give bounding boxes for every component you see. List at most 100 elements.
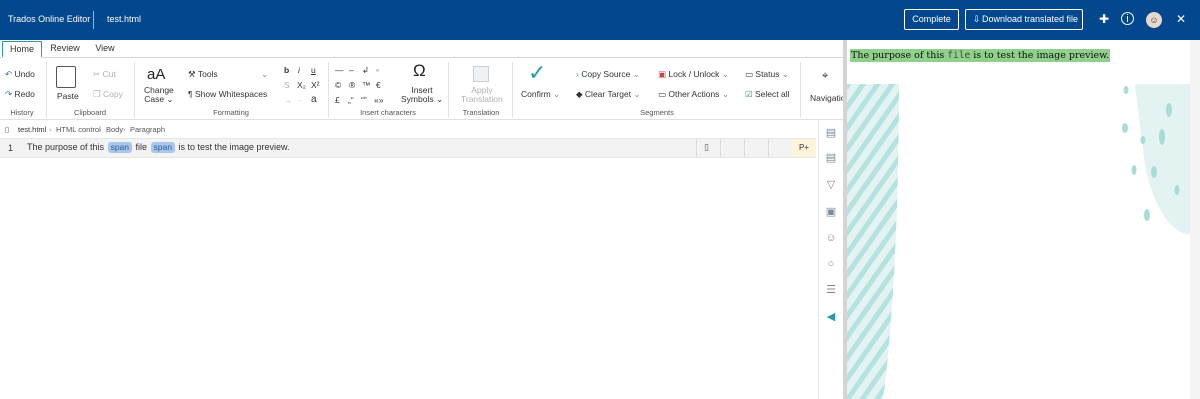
copy-button[interactable]: ❐ Copy bbox=[93, 89, 123, 100]
document-icon: ▯ bbox=[704, 142, 709, 152]
file-list-icon[interactable]: ▤ bbox=[823, 150, 839, 166]
guillemet-button[interactable]: «» bbox=[374, 95, 383, 105]
status-label: Status bbox=[755, 69, 780, 79]
copy-icon: ❐ bbox=[93, 89, 101, 99]
lock-unlock-button[interactable]: ▣ Lock / Unlock ⌄ bbox=[658, 69, 729, 80]
tab-view[interactable]: View bbox=[88, 41, 122, 58]
confirm-button[interactable]: Confirm ⌄ bbox=[521, 89, 560, 100]
chevron-right-icon: › bbox=[576, 69, 579, 79]
bold-button[interactable]: b bbox=[284, 65, 289, 75]
status-icon: ▭ bbox=[745, 69, 754, 79]
header-divider bbox=[93, 11, 94, 29]
apply-translation-icon bbox=[473, 66, 489, 82]
app-header: Trados Online Editor test.html Complete … bbox=[0, 0, 1200, 40]
complete-button[interactable]: Complete bbox=[904, 9, 959, 30]
status-button[interactable]: ▭ Status ⌄ bbox=[745, 69, 789, 80]
puzzle-icon[interactable]: ✚ bbox=[1095, 10, 1113, 28]
document-icon[interactable]: ▤ bbox=[823, 125, 839, 141]
tree-icon[interactable]: ☰ bbox=[823, 282, 839, 298]
select-all-button[interactable]: ☑ Select all bbox=[745, 89, 790, 100]
superscript-button[interactable]: X² bbox=[311, 80, 320, 90]
preview-text: The purpose of this file is to test the … bbox=[850, 49, 1111, 62]
p-plus-badge[interactable]: P+ bbox=[792, 139, 816, 157]
underline-button[interactable]: u bbox=[311, 65, 316, 75]
font-a-icon[interactable]: a bbox=[311, 94, 317, 105]
clear-target-label: Clear Target bbox=[584, 89, 632, 99]
confirm-label: Confirm bbox=[521, 89, 551, 99]
tab-review[interactable]: Review bbox=[46, 41, 84, 58]
filter-icon[interactable]: ▽ bbox=[823, 177, 839, 193]
download-translated-file-button[interactable]: ⇩ Download translated file bbox=[965, 9, 1083, 30]
search-icon[interactable]: ○ bbox=[823, 256, 839, 272]
show-whitespaces-label: Show Whitespaces bbox=[194, 89, 268, 99]
user-icon[interactable]: ☺ bbox=[823, 230, 839, 246]
download-icon: ⇩ bbox=[973, 14, 981, 24]
show-whitespaces-button[interactable]: ¶ Show Whitespaces bbox=[188, 89, 267, 99]
change-case-icon: aA bbox=[147, 66, 166, 83]
undo-button[interactable]: ↶ Undo bbox=[5, 69, 35, 80]
other-actions-button[interactable]: ▭ Other Actions ⌄ bbox=[658, 89, 729, 100]
line-break-button[interactable]: ↲ bbox=[362, 65, 369, 76]
pound-button[interactable]: £ bbox=[335, 95, 340, 105]
apply-translation-button[interactable]: Apply Translation bbox=[461, 86, 503, 104]
preview-code: file bbox=[947, 50, 971, 61]
group-divider bbox=[134, 62, 135, 118]
close-icon[interactable]: ✕ bbox=[1172, 10, 1190, 28]
clear-target-button[interactable]: ◆ Clear Target ⌄ bbox=[576, 89, 641, 100]
cut-label: Cut bbox=[102, 69, 116, 79]
tag-span[interactable]: span bbox=[150, 142, 175, 153]
low-quote-button[interactable]: „“ bbox=[348, 95, 354, 105]
apply-translation-label-2: Translation bbox=[461, 94, 503, 104]
registered-button[interactable]: ® bbox=[349, 80, 355, 90]
italic-button[interactable]: i bbox=[298, 65, 300, 75]
preview-icon[interactable]: ◀ bbox=[823, 309, 839, 325]
tools-label: Tools bbox=[197, 69, 218, 79]
copyright-button[interactable]: © bbox=[335, 80, 341, 90]
other-actions-label: Other Actions bbox=[668, 89, 720, 99]
em-dash-button[interactable]: — bbox=[335, 65, 344, 75]
source-text: is to test the image preview. bbox=[178, 142, 290, 152]
paste-button[interactable]: Paste bbox=[57, 91, 79, 101]
euro-button[interactable]: € bbox=[376, 80, 381, 90]
ribbon-tabs: Home Review View bbox=[0, 40, 843, 58]
breadcrumb-item[interactable]: HTML control bbox=[56, 125, 101, 134]
eraser-icon: ◆ bbox=[576, 89, 583, 99]
copy-source-button[interactable]: › Copy Source ⌄ bbox=[576, 69, 640, 80]
trademark-button[interactable]: ™ bbox=[362, 80, 371, 90]
tag-span[interactable]: span bbox=[107, 142, 132, 153]
side-toolbar: ▤ ▤ ▽ ▣ ☺ ○ ☰ ◀ bbox=[818, 120, 843, 399]
preview-scrollbar[interactable] bbox=[1190, 40, 1200, 399]
insert-symbols-label-2: Symbols bbox=[401, 94, 434, 104]
info-icon[interactable]: i bbox=[1121, 12, 1134, 25]
comments-icon[interactable]: ▣ bbox=[823, 204, 839, 220]
redo-button[interactable]: ↷ Redo bbox=[5, 89, 35, 100]
breadcrumb-item[interactable]: test.html bbox=[18, 125, 46, 134]
arrow-left-icon[interactable]: → bbox=[284, 95, 293, 105]
breadcrumb-item[interactable]: Body bbox=[106, 125, 123, 134]
arrow-right-icon[interactable]: · bbox=[298, 95, 301, 105]
segment-source[interactable]: The purpose of this span file span is to… bbox=[27, 142, 290, 153]
quote-button[interactable]: “” bbox=[361, 95, 367, 105]
history-group-label: History bbox=[10, 108, 34, 117]
translation-group-label: Translation bbox=[462, 108, 500, 117]
subscript-button[interactable]: X₂ bbox=[297, 80, 306, 90]
preview-text-segment: The purpose of this bbox=[851, 50, 945, 61]
dot-button[interactable]: ◦ bbox=[376, 65, 379, 75]
cut-button[interactable]: ✂ Cut bbox=[93, 69, 116, 80]
change-case-button[interactable]: Change Case ⌄ bbox=[144, 86, 174, 104]
omega-icon: Ω bbox=[413, 61, 426, 80]
tab-home[interactable]: Home bbox=[2, 41, 42, 58]
segment-number: 1 bbox=[8, 143, 14, 153]
copy-label: Copy bbox=[103, 89, 123, 99]
segment-row[interactable]: 1 The purpose of this span file span is … bbox=[0, 138, 816, 158]
navigation-button[interactable]: Navigation bbox=[810, 93, 843, 103]
insert-symbols-button[interactable]: Insert Symbols ⌄ bbox=[401, 86, 443, 104]
strikethrough-button[interactable]: S bbox=[284, 80, 290, 90]
redo-icon: ↷ bbox=[5, 89, 13, 99]
document-icon: ▯ bbox=[5, 125, 10, 134]
en-dash-button[interactable]: – bbox=[349, 65, 354, 75]
tools-button[interactable]: ⚒ Tools ⌄ bbox=[188, 69, 268, 80]
avatar[interactable]: ☺ bbox=[1146, 12, 1162, 28]
breadcrumb-item[interactable]: Paragraph bbox=[130, 125, 165, 134]
decoration-shape bbox=[847, 84, 899, 399]
